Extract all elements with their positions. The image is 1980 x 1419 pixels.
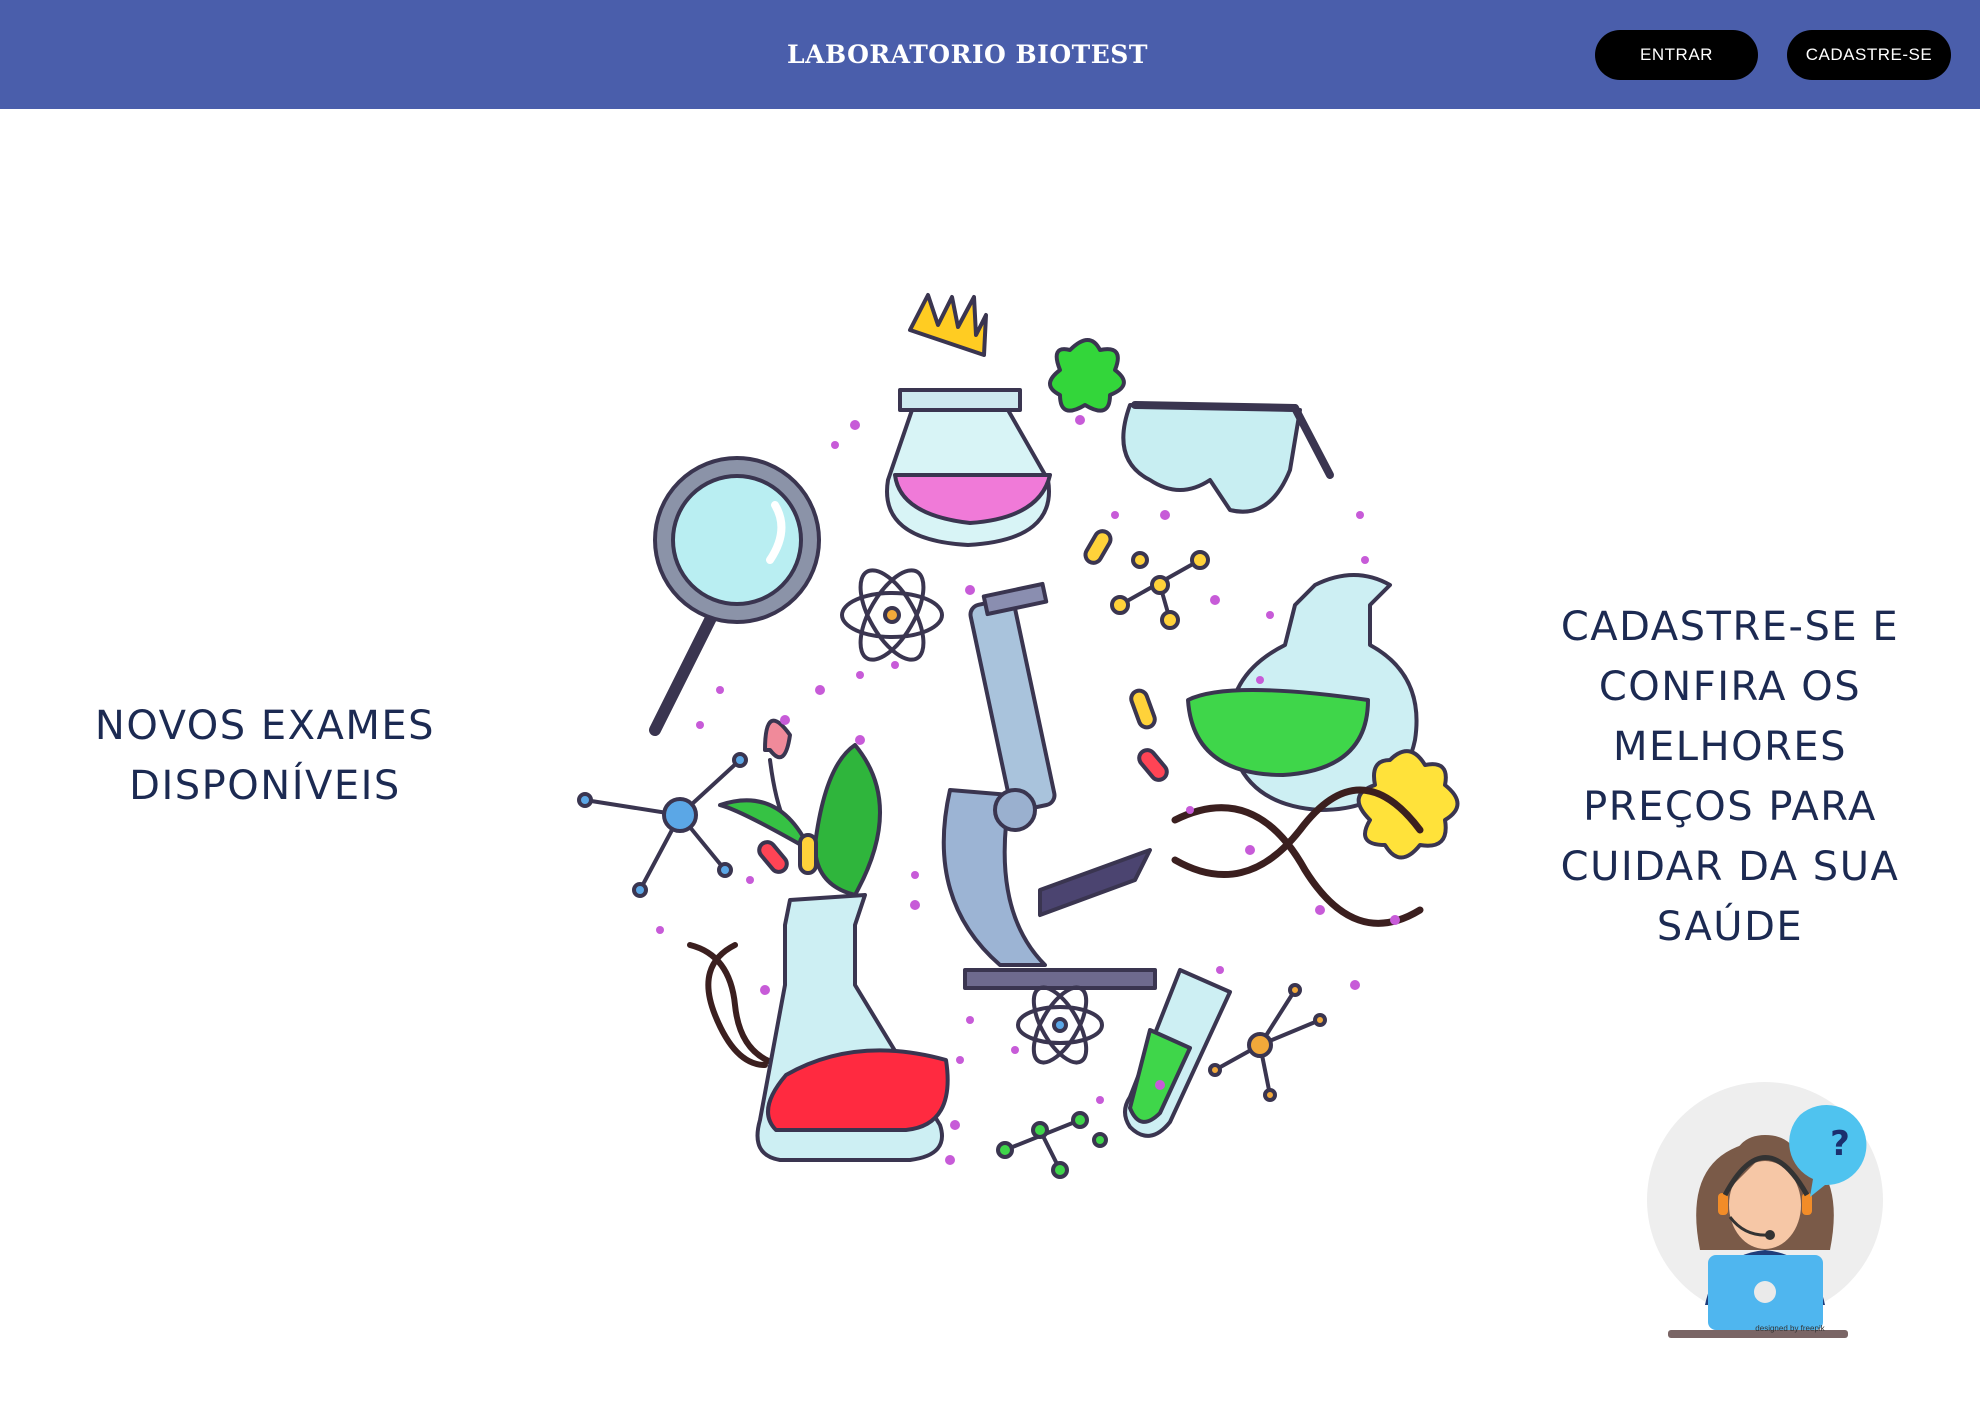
magnifying-glass-icon bbox=[649, 456, 821, 736]
question-mark-icon: ? bbox=[1830, 1124, 1850, 1164]
promo-line-1: CADASTRE-SE E bbox=[1560, 604, 1900, 650]
new-exams-heading: NOVOS EXAMES DISPONÍVEIS bbox=[60, 696, 470, 816]
small-dna-icon bbox=[687, 942, 783, 1068]
microbe-icon bbox=[1048, 338, 1126, 413]
promo-line-2: CONFIRA OS bbox=[1598, 664, 1862, 710]
atom-icon bbox=[840, 568, 944, 662]
customer-support-icon[interactable]: ? bbox=[1640, 1075, 1900, 1345]
signup-promo-text: CADASTRE-SE E CONFIRA OS MELHORES PREÇOS… bbox=[1530, 597, 1930, 957]
science-illustration bbox=[577, 293, 1460, 1179]
promo-line-4: PREÇOS PARA bbox=[1583, 784, 1877, 830]
promo-line-5: CUIDAR DA SUA bbox=[1560, 844, 1900, 890]
small-atom-icon bbox=[1016, 985, 1104, 1065]
test-tube-icon bbox=[1123, 968, 1232, 1138]
blue-molecule-icon bbox=[577, 752, 748, 898]
promo-line-6: SAÚDE bbox=[1656, 904, 1804, 950]
molecule-icon bbox=[1110, 550, 1210, 630]
green-molecule-icon bbox=[996, 1111, 1108, 1179]
top-navbar: LABORATORIO BIOTEST ENTRAR CADASTRE-SE bbox=[0, 0, 1980, 109]
new-exams-line-1: NOVOS EXAMES bbox=[94, 703, 436, 749]
microscope-icon bbox=[941, 581, 1157, 990]
login-button[interactable]: ENTRAR bbox=[1595, 30, 1758, 80]
goggles-icon bbox=[1121, 401, 1334, 514]
site-title: LABORATORIO BIOTEST bbox=[787, 40, 1148, 69]
new-exams-line-2: DISPONÍVEIS bbox=[129, 763, 401, 809]
promo-line-3: MELHORES bbox=[1612, 724, 1848, 770]
signup-button[interactable]: CADASTRE-SE bbox=[1787, 30, 1951, 80]
burner-flask-icon bbox=[885, 293, 1052, 547]
freepik-credit: designed by freepik bbox=[1755, 1324, 1825, 1333]
conical-flask-icon bbox=[755, 893, 950, 1162]
